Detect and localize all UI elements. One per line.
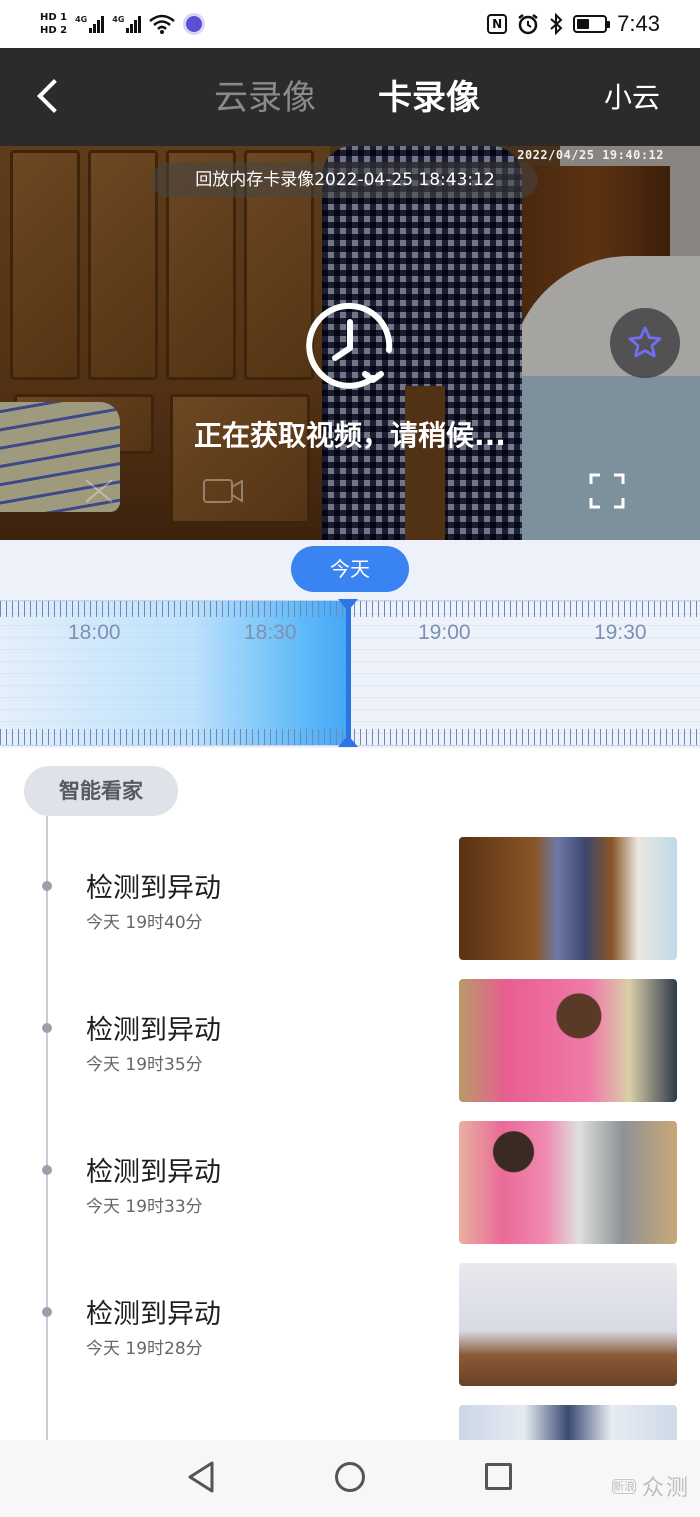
system-nav-bar: 新浪 众测	[0, 1440, 700, 1517]
event-time: 今天 19时40分	[86, 913, 203, 933]
record-icon[interactable]	[202, 476, 244, 506]
event-thumbnail[interactable]	[459, 979, 677, 1102]
event-title: 检测到异动	[86, 1157, 221, 1188]
hd1-label: HD 1	[40, 12, 68, 23]
star-icon	[628, 326, 662, 358]
signal-icon: 4G	[75, 15, 105, 33]
tab-card-recording[interactable]: 卡录像	[378, 70, 480, 126]
mute-icon[interactable]	[82, 476, 116, 506]
event-item[interactable]: 检测到异动 今天 19时40分	[0, 836, 700, 960]
status-left: HD 1 HD 2 4G 4G	[40, 6, 206, 42]
event-dot	[42, 881, 52, 891]
event-time: 今天 19时28分	[86, 1339, 203, 1359]
watermark: 新浪 众测	[611, 1470, 690, 1502]
event-title: 检测到异动	[86, 1015, 221, 1046]
smart-guard-tag[interactable]: 智能看家	[24, 766, 178, 816]
fullscreen-icon[interactable]	[588, 472, 626, 510]
video-player[interactable]: 2022/04/25 19:40:12 回放内存卡录像2022-04-25 18…	[0, 146, 700, 540]
network-type-label: 4G	[75, 15, 88, 24]
playback-info-label: 回放内存卡录像2022-04-25 18:43:12	[152, 162, 538, 198]
bluetooth-icon	[550, 13, 563, 35]
wifi-icon	[149, 14, 176, 34]
timeline-label-1900: 19:00	[418, 621, 471, 644]
event-item[interactable]: 检测到异动 今天 19时28分	[0, 1262, 700, 1386]
event-item[interactable]: 检测到异动 今天 19时33分	[0, 1120, 700, 1244]
event-time: 今天 19时35分	[86, 1055, 203, 1075]
event-dot	[42, 1307, 52, 1317]
timeline-playhead[interactable]	[338, 599, 358, 747]
app-header: 云录像 卡录像 小云	[0, 48, 700, 146]
timeline-track[interactable]: 18:00 18:30 19:00 19:30	[0, 599, 700, 747]
event-title: 检测到异动	[86, 1299, 221, 1330]
event-thumbnail[interactable]	[459, 1405, 677, 1440]
signal-icon-2: 4G	[112, 15, 142, 33]
status-bar: HD 1 HD 2 4G 4G N 7:43	[0, 0, 700, 48]
today-button[interactable]: 今天	[291, 546, 409, 592]
event-title: 检测到异动	[86, 873, 221, 904]
app-notification-icon	[183, 13, 206, 35]
status-right: N 7:43	[487, 8, 660, 40]
favorite-button[interactable]	[610, 308, 680, 378]
nav-back-icon[interactable]	[186, 1460, 216, 1494]
loading-message: 正在获取视频，请稍候...	[194, 419, 506, 452]
status-time: 7:43	[617, 11, 660, 36]
event-thumbnail[interactable]	[459, 1263, 677, 1386]
timeline-section: 今天 18:00 18:30 19:00 19:30	[0, 540, 700, 748]
nav-recent-apps-icon[interactable]	[485, 1463, 512, 1490]
watermark-badge: 新浪	[611, 1478, 636, 1494]
timeline-label-1930: 19:30	[594, 621, 647, 644]
network-type-label-2: 4G	[112, 15, 125, 24]
clock-refresh-icon	[306, 302, 393, 389]
battery-icon	[573, 15, 611, 33]
watermark-text: 众测	[641, 1476, 690, 1501]
hd2-label: HD 2	[40, 25, 68, 36]
back-button[interactable]	[30, 76, 70, 118]
events-list: 智能看家 检测到异动 今天 19时40分 检测到异动 今天 19时35分 检测到…	[0, 748, 700, 1440]
tab-cloud-recording[interactable]: 云录像	[214, 70, 316, 126]
timeline-label-1800: 18:00	[68, 621, 121, 644]
event-time: 今天 19时33分	[86, 1197, 203, 1217]
alarm-icon	[518, 14, 538, 35]
osd-timestamp: 2022/04/25 19:40:12	[517, 148, 664, 162]
event-item-partial[interactable]	[0, 1404, 700, 1440]
event-dot	[42, 1023, 52, 1033]
hd-indicator: HD 1 HD 2	[40, 11, 67, 37]
event-item[interactable]: 检测到异动 今天 19时35分	[0, 978, 700, 1102]
timeline-label-1830: 18:30	[244, 621, 297, 644]
event-thumbnail[interactable]	[459, 837, 677, 960]
device-name-button[interactable]: 小云	[604, 70, 660, 126]
nav-home-icon[interactable]	[335, 1462, 365, 1492]
recorded-segment	[0, 601, 349, 745]
nfc-icon: N	[487, 14, 508, 34]
event-dot	[42, 1165, 52, 1175]
event-thumbnail[interactable]	[459, 1121, 677, 1244]
